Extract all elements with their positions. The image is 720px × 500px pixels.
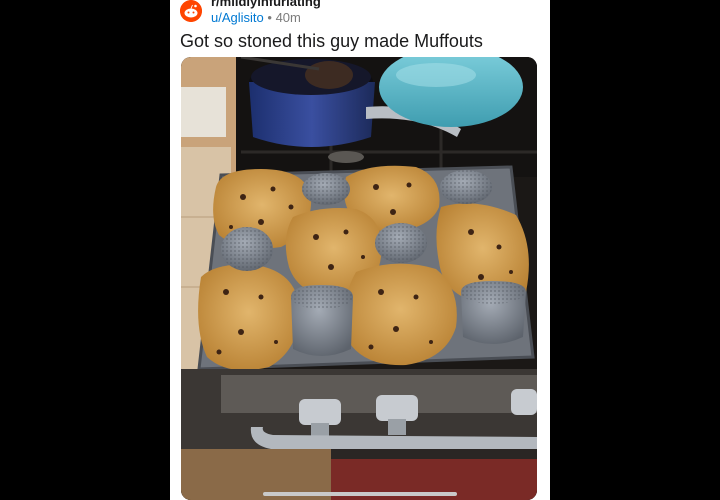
- subreddit-name[interactable]: r/mildlyinfuriating: [211, 0, 321, 9]
- subreddit-avatar-icon[interactable]: [180, 0, 202, 22]
- post-image[interactable]: [181, 57, 537, 500]
- reddit-post: r/mildlyinfuriating u/Aglisito • 40m Got…: [170, 0, 550, 500]
- post-meta: u/Aglisito • 40m: [211, 10, 301, 25]
- home-indicator-bar: [263, 492, 457, 496]
- author-link[interactable]: u/Aglisito: [211, 10, 264, 25]
- post-header: r/mildlyinfuriating u/Aglisito • 40m: [180, 0, 540, 28]
- post-title[interactable]: Got so stoned this guy made Muffouts: [180, 31, 540, 52]
- stovetop-muffin-tin-photo: [181, 57, 537, 500]
- meta-separator: •: [267, 10, 272, 25]
- post-age: 40m: [275, 10, 301, 25]
